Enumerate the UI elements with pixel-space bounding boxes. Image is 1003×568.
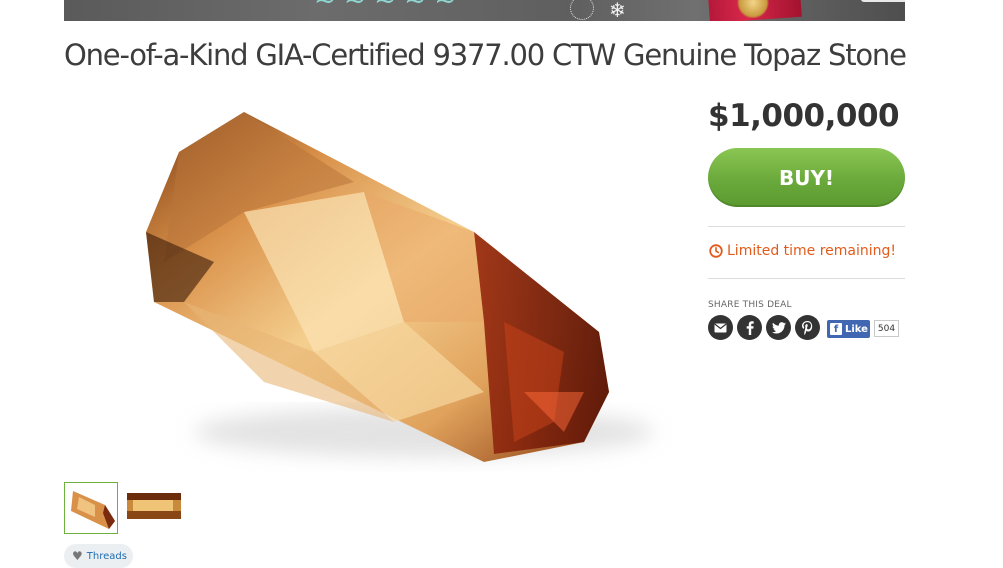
divider: [708, 226, 905, 227]
clock-icon: [709, 244, 723, 258]
buy-button[interactable]: BUY!: [708, 148, 905, 207]
pinterest-share-button[interactable]: [795, 315, 820, 340]
share-icons: [708, 315, 820, 340]
facebook-share-button[interactable]: [737, 315, 762, 340]
pinterest-icon: [802, 320, 813, 335]
product-main-image[interactable]: [64, 92, 704, 472]
divider: [708, 278, 905, 279]
limited-time-text: Limited time remaining!: [727, 243, 897, 259]
snowflake-icon: [570, 0, 594, 20]
limited-time-notice: Limited time remaining!: [709, 243, 896, 259]
threads-tag[interactable]: ♥ Threads: [64, 544, 133, 568]
facebook-like-button[interactable]: f Like: [827, 320, 870, 338]
heart-icon: ♥: [72, 549, 83, 563]
topaz-thumbnail-image: [127, 483, 181, 529]
snowflake-icon: ❄: [609, 0, 626, 21]
banner-button[interactable]: [861, 0, 905, 2]
facebook-icon: f: [830, 323, 842, 335]
banner-script-decoration: ~ ~ ~ ~ ~: [314, 0, 456, 16]
email-icon: [714, 323, 727, 332]
gift-ribbon-image: [736, 0, 770, 18]
promo-banner[interactable]: ~ ~ ~ ~ ~ ❄: [64, 0, 905, 21]
email-share-button[interactable]: [708, 315, 733, 340]
product-title: One-of-a-Kind GIA-Certified 9377.00 CTW …: [64, 38, 907, 72]
share-label: SHARE THIS DEAL: [708, 300, 792, 310]
twitter-share-button[interactable]: [766, 315, 791, 340]
facebook-like-label: Like: [845, 323, 868, 335]
facebook-icon: [746, 320, 754, 335]
topaz-thumbnail-image: [65, 483, 117, 533]
facebook-like-count: 504: [874, 320, 899, 337]
threads-label: Threads: [86, 550, 127, 562]
product-thumbnail-2[interactable]: [127, 483, 181, 533]
product-thumbnail-1[interactable]: [64, 482, 118, 534]
product-price: $1,000,000: [708, 98, 900, 134]
twitter-icon: [771, 321, 786, 334]
topaz-stone-image: [146, 112, 654, 462]
